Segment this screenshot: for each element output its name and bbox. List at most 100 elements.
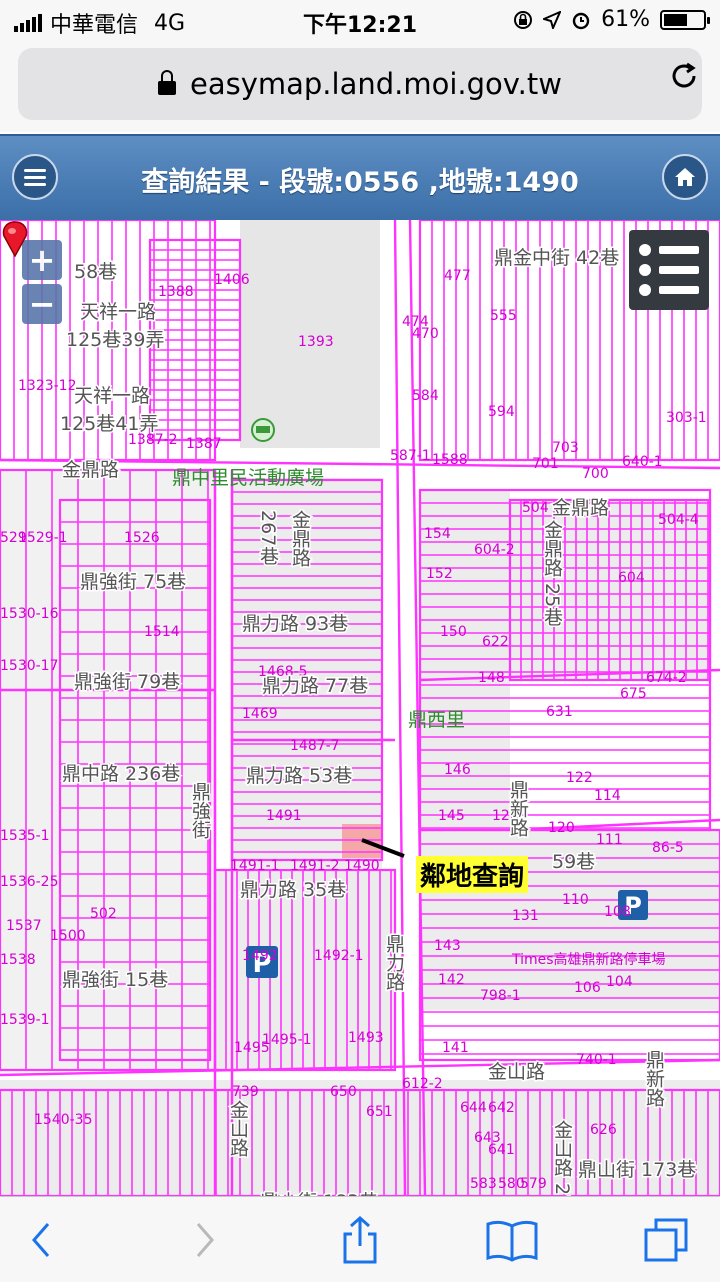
- map-label: 108: [604, 904, 631, 920]
- map-label: 1491-2: [290, 858, 340, 874]
- map-label: 120: [548, 820, 575, 836]
- map-label: 1514: [144, 624, 180, 640]
- tabs-icon: [644, 1218, 688, 1262]
- back-icon: [32, 1223, 50, 1257]
- map-label: 642: [488, 1100, 515, 1116]
- map-label: 天祥一路: [80, 301, 156, 323]
- address-bar[interactable]: easymap.land.moi.gov.tw: [18, 48, 702, 120]
- back-button[interactable]: [14, 1215, 70, 1265]
- forward-icon: [196, 1223, 214, 1257]
- lock-icon: [157, 70, 176, 95]
- map-label: 579: [520, 1176, 547, 1192]
- app-header: 查詢結果 - 段號:0556 ,地號:1490: [0, 134, 720, 222]
- map-label: 1540-35: [34, 1112, 93, 1128]
- map-label: 1323-12: [18, 378, 77, 394]
- map-label: 鼎力路 77巷: [262, 675, 368, 697]
- map-label: 555: [490, 308, 517, 324]
- cadastral-map[interactable]: P P 58巷 1406 1388 天祥一路 125巷39弄 1393 1323-12 天祥一…: [0, 220, 720, 1196]
- map-label: 502: [90, 906, 117, 922]
- map-label: 天祥一路: [74, 385, 150, 407]
- map-label: 1535-1: [0, 828, 50, 844]
- map-label: 鼎西里: [408, 709, 465, 731]
- map-label: 114: [594, 788, 621, 804]
- map-label: 金鼎路: [289, 510, 311, 567]
- map-label: 1530-17: [0, 658, 59, 674]
- map-label: 148: [478, 670, 505, 686]
- map-label: 鼎中路 236巷: [62, 763, 180, 785]
- rotation-lock-icon: [514, 10, 533, 29]
- map-label: 1500: [50, 928, 86, 944]
- map-label: 145: [438, 808, 465, 824]
- map-label: 86-5: [652, 840, 684, 856]
- home-icon: [675, 168, 695, 186]
- map-label: 59巷: [552, 851, 595, 873]
- map-label: 470: [412, 326, 439, 342]
- share-button[interactable]: [332, 1215, 388, 1265]
- reload-icon[interactable]: [666, 58, 702, 94]
- map-label: 110: [562, 892, 589, 908]
- home-button[interactable]: [662, 154, 708, 200]
- map-label: 鼎力路 53巷: [246, 765, 352, 787]
- map-label: 1588: [432, 452, 468, 468]
- map-label: 587-1: [390, 448, 431, 464]
- map-label: 金山路 271巷: [551, 1120, 573, 1196]
- map-label: 267巷: [257, 510, 279, 565]
- map-label: 1538: [0, 952, 36, 968]
- location-icon: [543, 10, 562, 29]
- map-label: 1492: [242, 948, 278, 964]
- map-label: 金山路: [488, 1061, 545, 1083]
- map-label: 金鼎路 25巷: [541, 520, 563, 626]
- map-label: 鼎金中街 42巷: [494, 247, 619, 269]
- map-label: 鼎力路 93巷: [242, 613, 348, 635]
- battery-percent: 61%: [601, 7, 650, 32]
- map-label: 604: [618, 570, 645, 586]
- share-icon: [343, 1216, 377, 1264]
- map-label: 1388: [158, 284, 194, 300]
- map-label: 鼎山街 173巷: [578, 1159, 696, 1181]
- map-label: 477: [444, 268, 471, 284]
- map-label: 1493: [348, 1030, 384, 1046]
- map-label: 150: [440, 624, 467, 640]
- map-label: 583: [470, 1176, 497, 1192]
- map-label: 641: [488, 1142, 515, 1158]
- page-title: 查詢結果 - 段號:0556 ,地號:1490: [141, 167, 579, 198]
- bookmarks-icon: [486, 1220, 538, 1262]
- forward-button[interactable]: [176, 1215, 232, 1265]
- map-label: 650: [330, 1084, 357, 1100]
- browser-toolbar: [0, 1196, 720, 1282]
- status-bar: 中華電信 4G 下午12:21 61%: [0, 0, 720, 40]
- map-label: 1529-1: [18, 530, 68, 546]
- map-label: 鼎新路: [643, 1050, 665, 1107]
- alarm-icon: [572, 12, 590, 29]
- bookmarks-button[interactable]: [484, 1215, 540, 1265]
- tabs-button[interactable]: [638, 1215, 694, 1265]
- map-label: 131: [512, 908, 539, 924]
- map-label: 622: [482, 634, 509, 650]
- map-label: 鼎強街 75巷: [80, 571, 186, 593]
- map-label: 1537: [6, 918, 42, 934]
- map-label: 122: [566, 770, 593, 786]
- map-label: Times高雄鼎新路停車場: [511, 951, 666, 968]
- map-label: 1495: [234, 1040, 270, 1056]
- map-label: 鼎強街: [189, 782, 211, 839]
- map-label: 111: [596, 832, 623, 848]
- battery-icon: [660, 9, 710, 30]
- map-label: 154: [424, 526, 451, 542]
- map-label: 104: [606, 974, 633, 990]
- map-label: 640-1: [622, 454, 663, 470]
- plaza-icon: [251, 418, 275, 442]
- map-label: 700: [582, 466, 609, 482]
- zoom-out-button[interactable]: −: [22, 284, 62, 324]
- map-label: 鼎力路 35巷: [240, 879, 346, 901]
- neighbor-query-label[interactable]: 鄰地查詢: [416, 856, 529, 893]
- map-label: 58巷: [74, 261, 117, 283]
- map-label: 142: [438, 972, 465, 988]
- map-label: 1491-1: [230, 858, 280, 874]
- map-label: 125巷39弄: [66, 329, 164, 351]
- map-canvas[interactable]: P P 58巷 14061388天祥一路125巷39弄 13931323-12天祥一…: [0, 220, 720, 1196]
- map-label: 鼎力路: [383, 934, 405, 991]
- map-label: 739: [232, 1084, 259, 1100]
- map-label: 141: [442, 1040, 469, 1056]
- layers-button[interactable]: [629, 230, 709, 310]
- map-label: 644: [460, 1100, 487, 1116]
